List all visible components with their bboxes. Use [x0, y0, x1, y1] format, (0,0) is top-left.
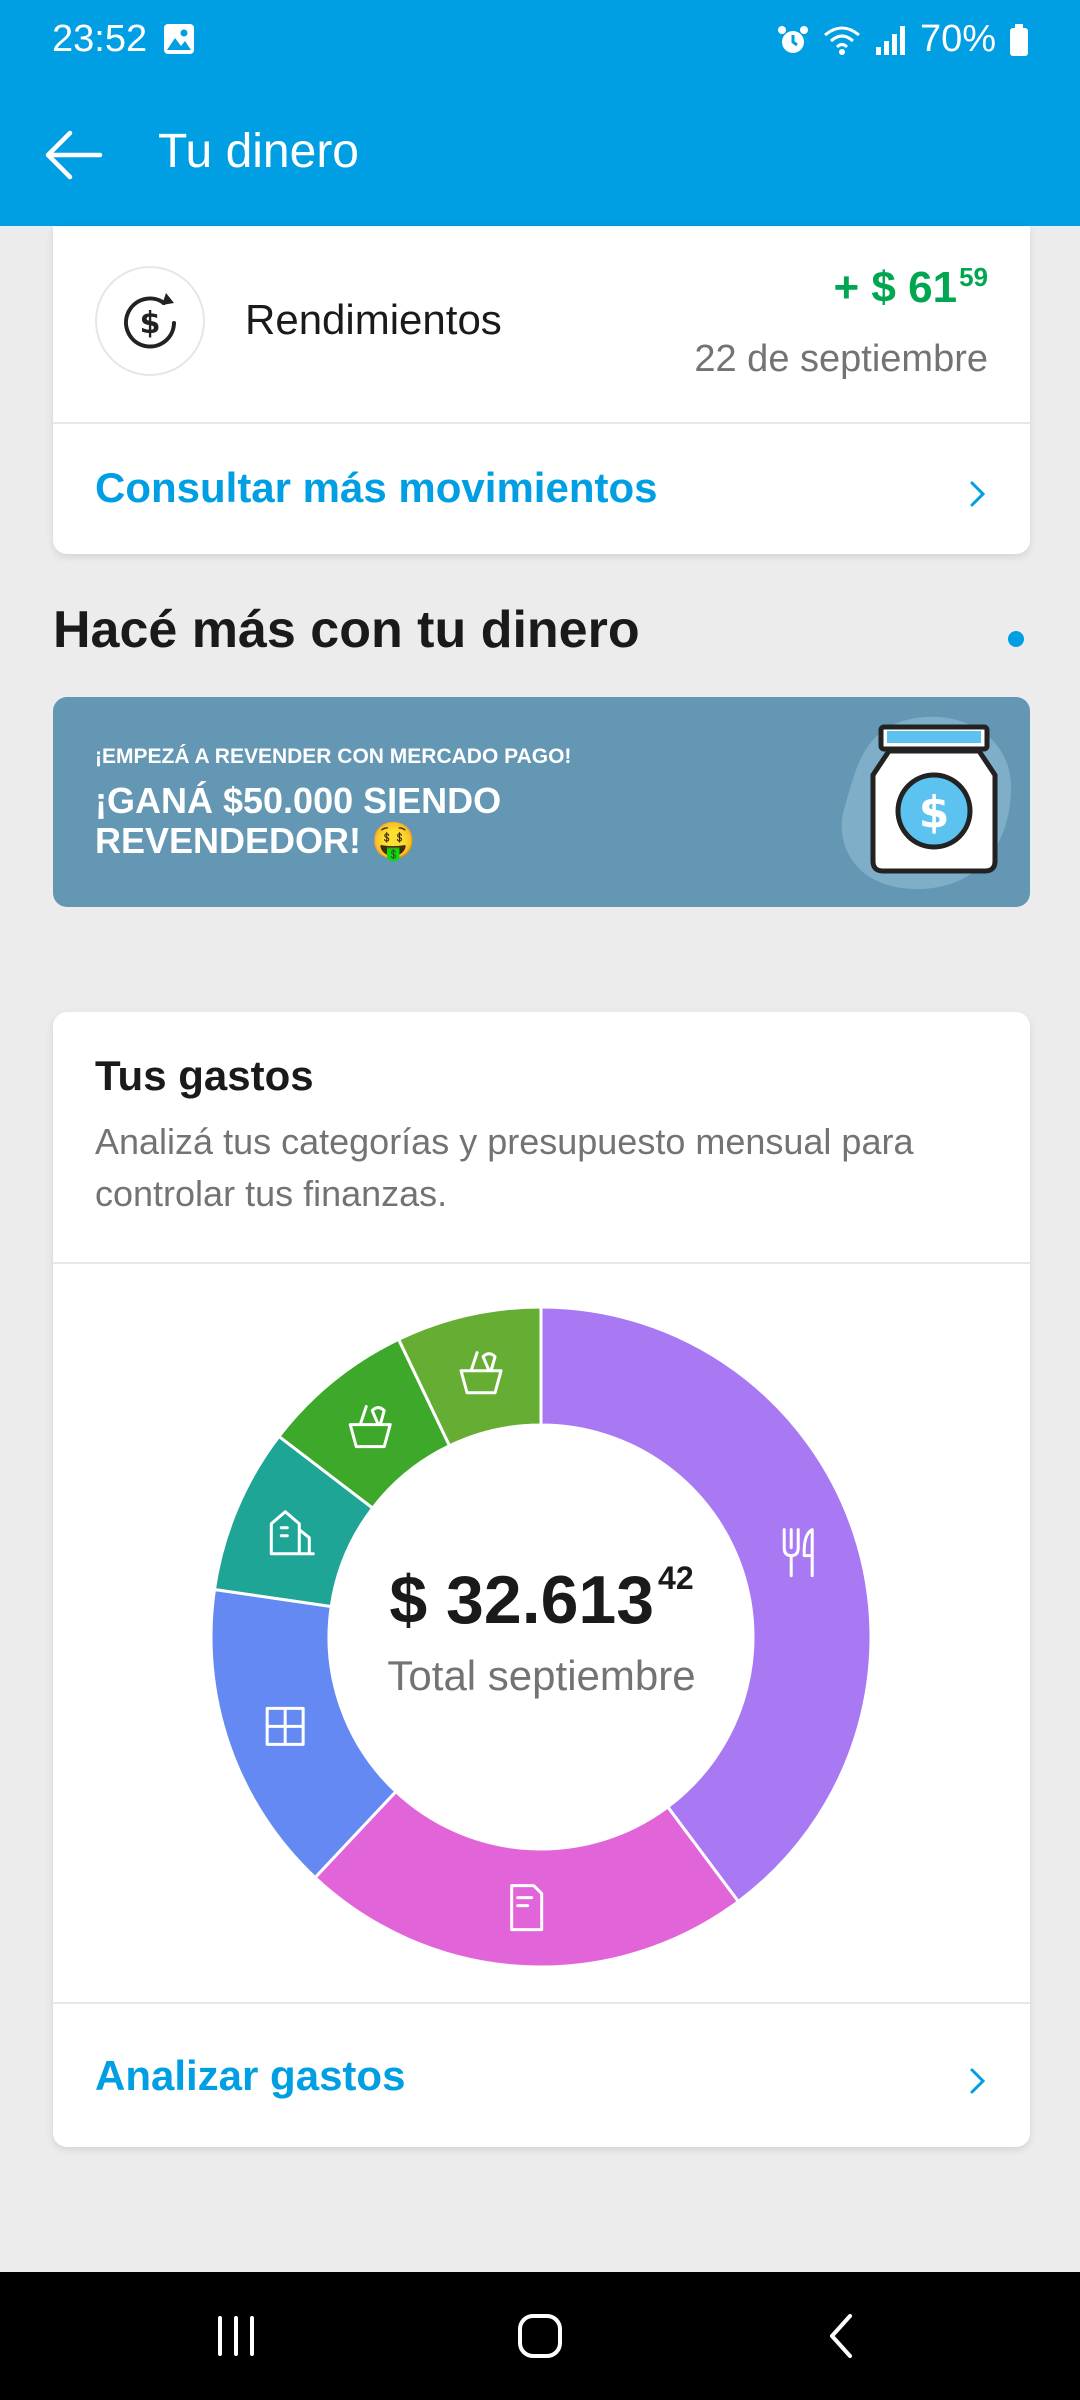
- page-title: Tu dinero: [158, 125, 359, 178]
- movements-card: $ Rendimientos + $ 6159 22 de septiembre…: [53, 226, 1030, 554]
- movement-name: Rendimientos: [245, 296, 502, 343]
- status-icons: 70%: [776, 18, 1030, 61]
- movement-date: 22 de septiembre: [694, 338, 988, 380]
- svg-text:$: $: [919, 787, 950, 838]
- expenses-total: $ 32.613 42: [389, 1560, 694, 1638]
- section-title: Hacé más con tu dinero: [53, 601, 640, 659]
- status-time: 23:52: [52, 18, 148, 60]
- battery-icon: [1010, 23, 1028, 56]
- gallery-icon: [164, 24, 194, 54]
- expenses-total-label: Total septiembre: [387, 1652, 696, 1699]
- chevron-right-icon[interactable]: [962, 2066, 992, 2096]
- svg-text:$: $: [140, 306, 161, 341]
- notification-dot: [1008, 631, 1024, 647]
- yield-icon-circle: $: [95, 266, 205, 376]
- back-button-icon[interactable]: [810, 2304, 874, 2368]
- back-arrow-icon[interactable]: [40, 122, 106, 188]
- yield-icon: $: [124, 293, 176, 349]
- banner-subtitle: ¡EMPEZÁ A REVENDER CON MERCADO PAGO!: [95, 745, 572, 768]
- home-button-icon[interactable]: [508, 2304, 572, 2368]
- promo-banner[interactable]: ¡EMPEZÁ A REVENDER CON MERCADO PAGO! ¡GA…: [53, 697, 1030, 907]
- movement-amount: + $ 6159: [833, 262, 988, 312]
- more-movements-link[interactable]: Consultar más movimientos: [95, 464, 657, 512]
- money-jar-icon: $: [841, 716, 1012, 890]
- battery-percent: 70%: [919, 18, 996, 60]
- expenses-title: Tus gastos: [95, 1052, 314, 1099]
- system-nav-bar: [0, 2272, 1080, 2400]
- recent-apps-icon[interactable]: [204, 2304, 268, 2368]
- divider: [53, 422, 1030, 424]
- banner-title: ¡GANÁ $50.000 SIENDO REVENDEDOR! 🤑: [95, 780, 502, 861]
- status-bar: 23:52 70%: [0, 0, 1080, 80]
- donut-slice[interactable]: [312, 1789, 741, 1969]
- app-bar: Tu dinero: [0, 80, 1080, 226]
- divider: [53, 2002, 1030, 2004]
- expenses-card: Tus gastos Analizá tus categorías y pres…: [53, 1012, 1030, 2147]
- wifi-icon: [823, 26, 860, 55]
- chevron-right-icon[interactable]: [962, 479, 992, 509]
- analyze-expenses-link[interactable]: Analizar gastos: [95, 2052, 405, 2100]
- expenses-description: Analizá tus categorías y presupuesto men…: [95, 1121, 914, 1214]
- signal-icon: [875, 25, 905, 55]
- alarm-icon: [777, 25, 808, 53]
